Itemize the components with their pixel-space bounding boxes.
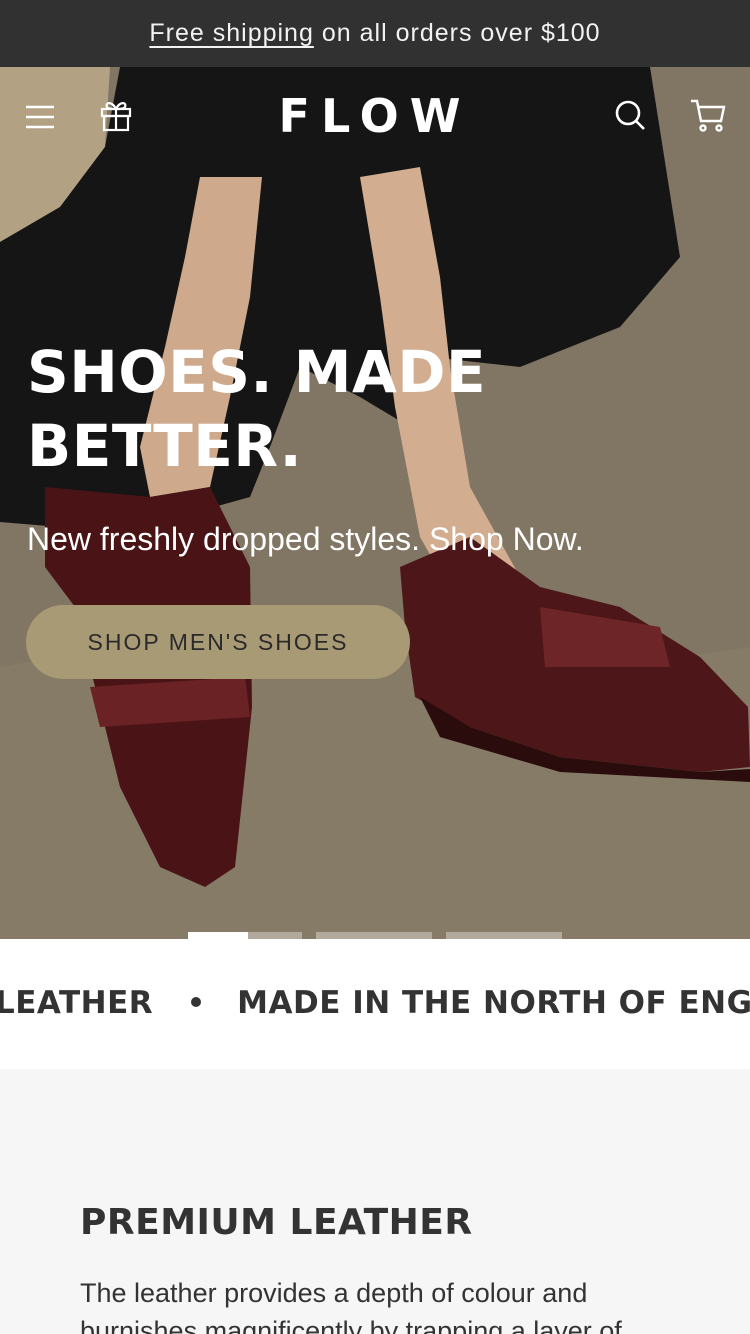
section-body: The leather provides a depth of colour a…: [80, 1278, 622, 1334]
bullet-separator: [191, 996, 202, 1007]
announcement-text: on all orders over $100: [321, 19, 601, 47]
slide-indicator-4[interactable]: [446, 932, 562, 939]
search-icon: [615, 100, 645, 130]
ticker-item: LEATHER: [0, 985, 154, 1021]
hero-banner: FLOW SHOES. MADE BETTER. New freshly dro…: [0, 67, 750, 939]
slide-indicator-2[interactable]: [248, 932, 302, 939]
slide-indicators: [188, 932, 562, 939]
shop-mens-shoes-button[interactable]: SHOP MEN'S SHOES: [26, 605, 410, 679]
hero-headline: SHOES. MADE BETTER.: [27, 338, 487, 480]
slide-indicator-1[interactable]: [188, 932, 248, 939]
ticker-track: LEATHER MADE IN THE NORTH OF ENGLAND: [0, 985, 750, 1021]
announcement-bar: Free shipping on all orders over $100: [0, 0, 750, 67]
cart-button[interactable]: [686, 95, 730, 135]
cart-icon: [691, 99, 726, 132]
premium-leather-section: PREMIUM LEATHER The leather provides a d…: [0, 1069, 750, 1334]
section-title: PREMIUM LEATHER: [80, 1202, 473, 1243]
search-button[interactable]: [610, 95, 650, 135]
free-shipping-link[interactable]: Free shipping: [149, 19, 313, 48]
hero-subline: New freshly dropped styles. Shop Now.: [27, 521, 584, 557]
feature-ticker: LEATHER MADE IN THE NORTH OF ENGLAND: [0, 939, 750, 1069]
slide-indicator-3[interactable]: [316, 932, 432, 939]
ticker-item: MADE IN THE NORTH OF ENGLAND: [237, 985, 750, 1021]
hero-image: [0, 67, 750, 939]
